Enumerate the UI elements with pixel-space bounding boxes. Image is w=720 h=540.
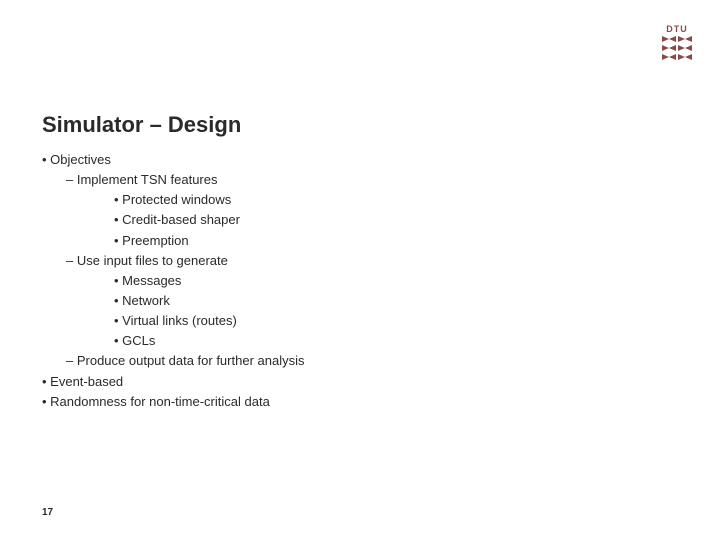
- list-item: • Preemption: [42, 231, 304, 251]
- list-item: • Network: [42, 291, 304, 311]
- slide-title: Simulator – Design: [42, 112, 241, 138]
- list-item: • Credit-based shaper: [42, 210, 304, 230]
- dtu-logo: DTU: [662, 24, 692, 61]
- slide-content: • Objectives – Implement TSN features • …: [42, 150, 304, 412]
- list-item: • Objectives: [42, 150, 304, 170]
- list-item: – Implement TSN features: [42, 170, 304, 190]
- list-item: • Messages: [42, 271, 304, 291]
- list-item: • Randomness for non-time-critical data: [42, 392, 304, 412]
- list-item: – Use input files to generate: [42, 251, 304, 271]
- list-item: • GCLs: [42, 331, 304, 351]
- list-item: • Virtual links (routes): [42, 311, 304, 331]
- page-number: 17: [42, 507, 53, 518]
- logo-mark-icon: [662, 36, 692, 61]
- list-item: • Protected windows: [42, 190, 304, 210]
- list-item: • Event-based: [42, 372, 304, 392]
- logo-text: DTU: [666, 24, 688, 34]
- list-item: – Produce output data for further analys…: [42, 351, 304, 371]
